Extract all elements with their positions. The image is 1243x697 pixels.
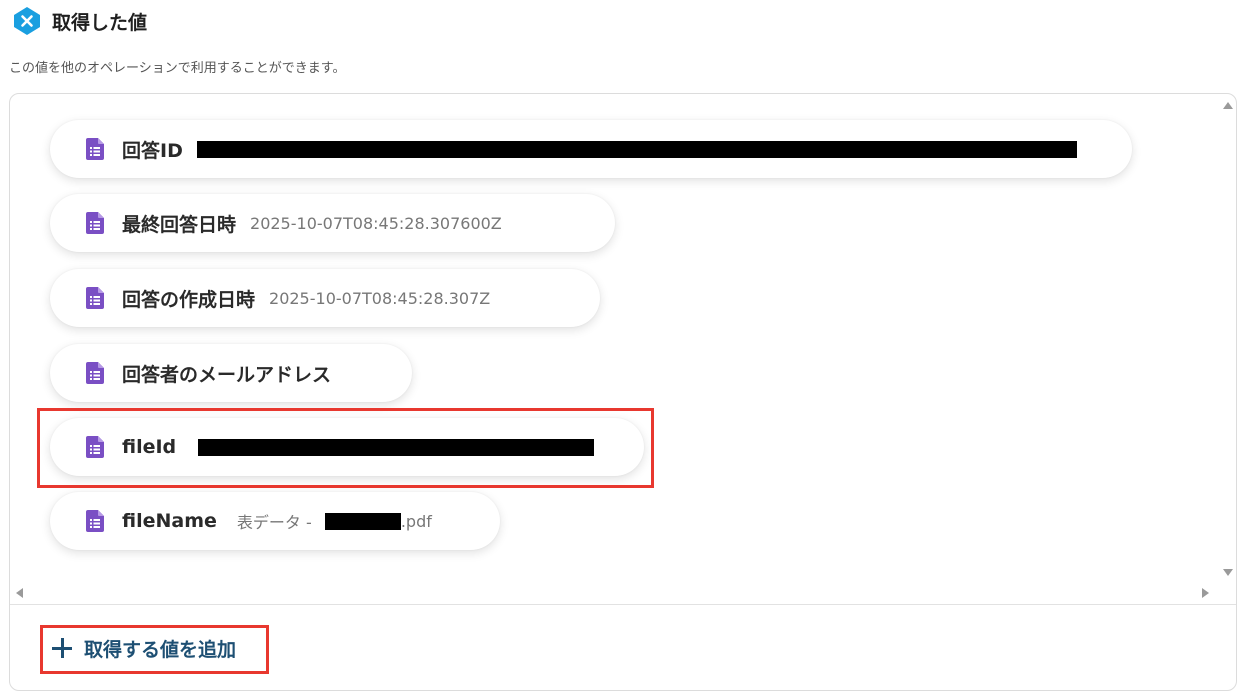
page-description: この値を他のオペレーションで利用することができます。 (9, 61, 346, 76)
google-forms-doc-icon (86, 287, 104, 309)
file-name-suffix: .pdf (400, 511, 432, 531)
scroll-down-icon[interactable] (1223, 569, 1233, 576)
scroll-left-icon[interactable] (16, 588, 23, 598)
add-value-label: 取得する値を追加 (84, 638, 237, 661)
value-chip-label: 回答の作成日時 (122, 288, 256, 311)
scroll-right-icon[interactable] (1202, 588, 1209, 598)
value-chip-created-time[interactable]: 回答の作成日時 2025-10-07T08:45:28.307Z (50, 269, 600, 327)
value-chip-label: fileId (122, 436, 177, 458)
redacted-value (324, 512, 401, 530)
horizontal-scrollbar[interactable] (10, 584, 1221, 602)
value-chip-value: 2025-10-07T08:45:28.307Z (269, 288, 491, 308)
scroll-up-icon[interactable] (1223, 102, 1233, 109)
vertical-scrollbar[interactable] (1219, 94, 1235, 584)
value-chip-file-id[interactable]: fileId (50, 418, 644, 476)
value-chip-label: 最終回答日時 (122, 213, 237, 236)
values-scroll-area[interactable]: 回答ID 最終回答日時 2025-10-07T08:45:28.307600Z (10, 94, 1221, 584)
value-chip-file-name[interactable]: fileName 表データ - .pdf (50, 492, 500, 550)
plus-icon (52, 638, 72, 658)
google-forms-doc-icon (86, 362, 104, 384)
value-chip-label: 回答者のメールアドレス (122, 363, 332, 386)
value-chip-value (196, 140, 1077, 158)
google-forms-doc-icon (86, 510, 104, 532)
value-chip-label: 回答ID (122, 139, 183, 162)
google-forms-doc-icon (86, 436, 104, 458)
value-chip-value (198, 438, 595, 456)
page-header: 取得した値 (12, 6, 147, 36)
values-panel: 回答ID 最終回答日時 2025-10-07T08:45:28.307600Z (9, 93, 1237, 691)
redacted-value (198, 438, 595, 456)
redacted-value (196, 140, 1077, 158)
yoom-logo-icon (14, 7, 40, 35)
google-forms-doc-icon (86, 212, 104, 234)
add-value-button[interactable]: 取得する値を追加 (42, 626, 268, 670)
value-chip-value: 2025-10-07T08:45:28.307600Z (250, 213, 502, 233)
google-forms-doc-icon (86, 138, 104, 160)
value-chip-response-id[interactable]: 回答ID (50, 120, 1132, 178)
value-chip-respondent-email[interactable]: 回答者のメールアドレス (50, 344, 412, 402)
value-chip-value: 表データ - .pdf (237, 509, 432, 533)
file-name-prefix: 表データ - (236, 513, 317, 532)
page-title: 取得した値 (52, 11, 148, 34)
value-chip-label: fileName (122, 510, 217, 532)
panel-divider (10, 604, 1236, 605)
value-chip-last-response-time[interactable]: 最終回答日時 2025-10-07T08:45:28.307600Z (50, 194, 615, 252)
